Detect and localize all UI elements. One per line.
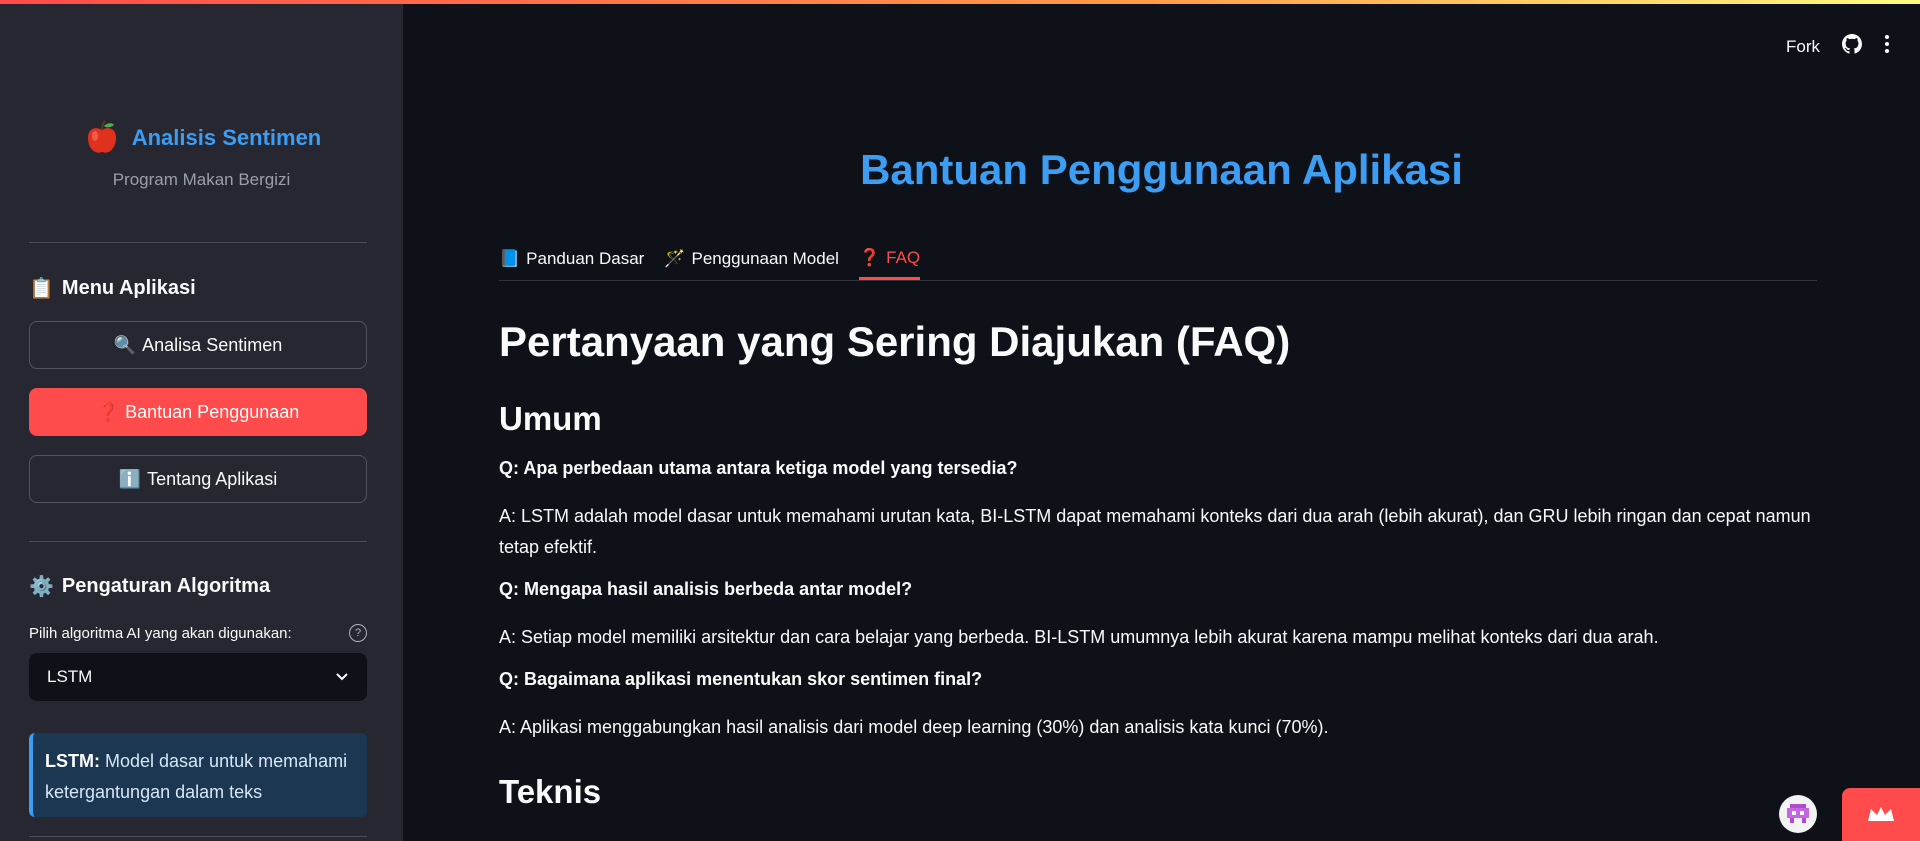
brand: Analisis Sentimen Program Makan Bergizi [0,118,403,190]
top-decoration-bar [0,0,1920,4]
menu-section-title: 📋 Menu Aplikasi [29,277,196,300]
tentang-aplikasi-button[interactable]: ℹ️ Tentang Aplikasi [29,455,367,503]
faq-answer: A: Setiap model memiliki arsitektur dan … [499,627,1659,647]
divider [29,836,367,837]
faq-question: Q: Bagaimana aplikasi menentukan skor se… [499,669,983,689]
faq-answer: A: LSTM adalah model dasar untuk memaham… [499,506,1811,557]
settings-section-title: ⚙️ Pengaturan Algoritma [29,575,271,598]
analisa-sentimen-button[interactable]: 🔍 Analisa Sentimen [29,321,367,369]
book-icon: 📘 [499,249,521,268]
apple-icon [82,118,122,158]
section-heading-umum: Umum [499,400,602,437]
faq-heading: Pertanyaan yang Sering Diajukan (FAQ) [499,318,1291,365]
algorithm-info-box: LSTM: Model dasar untuk memahami keterga… [29,733,367,817]
fork-button[interactable]: Fork [1786,37,1820,57]
header-actions: Fork [1786,34,1890,59]
tab-penggunaan-model[interactable]: 🪄 Penggunaan Model [664,242,839,280]
chevron-down-icon [335,667,349,687]
gear-icon: ⚙️ [29,576,54,598]
github-icon[interactable] [1842,34,1862,59]
avatar[interactable] [1779,795,1817,833]
faq-answer: A: Aplikasi menggabungkan hasil analisis… [499,717,1329,737]
algorithm-select-label: Pilih algoritma AI yang akan digunakan: … [29,624,367,642]
magnifier-icon: 🔍 [113,334,137,355]
help-icon[interactable]: ? [349,624,367,642]
question-icon: ❓ [96,401,120,422]
faq-question: Q: Mengapa hasil analisis berbeda antar … [499,579,913,599]
algorithm-select[interactable]: LSTM [29,653,367,701]
streamlit-crown-icon[interactable] [1842,788,1920,841]
bantuan-penggunaan-button[interactable]: ❓ Bantuan Penggunaan [29,388,367,436]
info-icon: ℹ️ [118,468,142,489]
divider [29,541,367,542]
page-title: Bantuan Penggunaan Aplikasi [860,146,1463,193]
wand-icon: 🪄 [664,249,686,268]
info-box-title: LSTM: [45,751,100,771]
tab-bar: 📘 Panduan Dasar 🪄 Penggunaan Model ❓ FAQ [499,242,1817,281]
section-heading-teknis: Teknis [499,773,602,810]
divider [29,242,367,243]
brand-title: Analisis Sentimen [131,125,322,150]
question-icon: ❓ [858,247,881,267]
tab-faq[interactable]: ❓ FAQ [858,242,921,280]
brand-subtitle: Program Makan Bergizi [112,170,291,189]
select-value: LSTM [47,667,93,686]
faq-question: Q: Apa perbedaan utama antara ketiga mod… [499,458,1018,478]
faq-content: Pertanyaan yang Sering Diajukan (FAQ) Um… [499,318,1817,831]
sidebar: Analisis Sentimen Program Makan Bergizi … [0,0,403,841]
more-menu-icon[interactable] [1884,34,1890,59]
clipboard-icon: 📋 [29,278,54,300]
tab-panduan-dasar[interactable]: 📘 Panduan Dasar [499,242,644,280]
